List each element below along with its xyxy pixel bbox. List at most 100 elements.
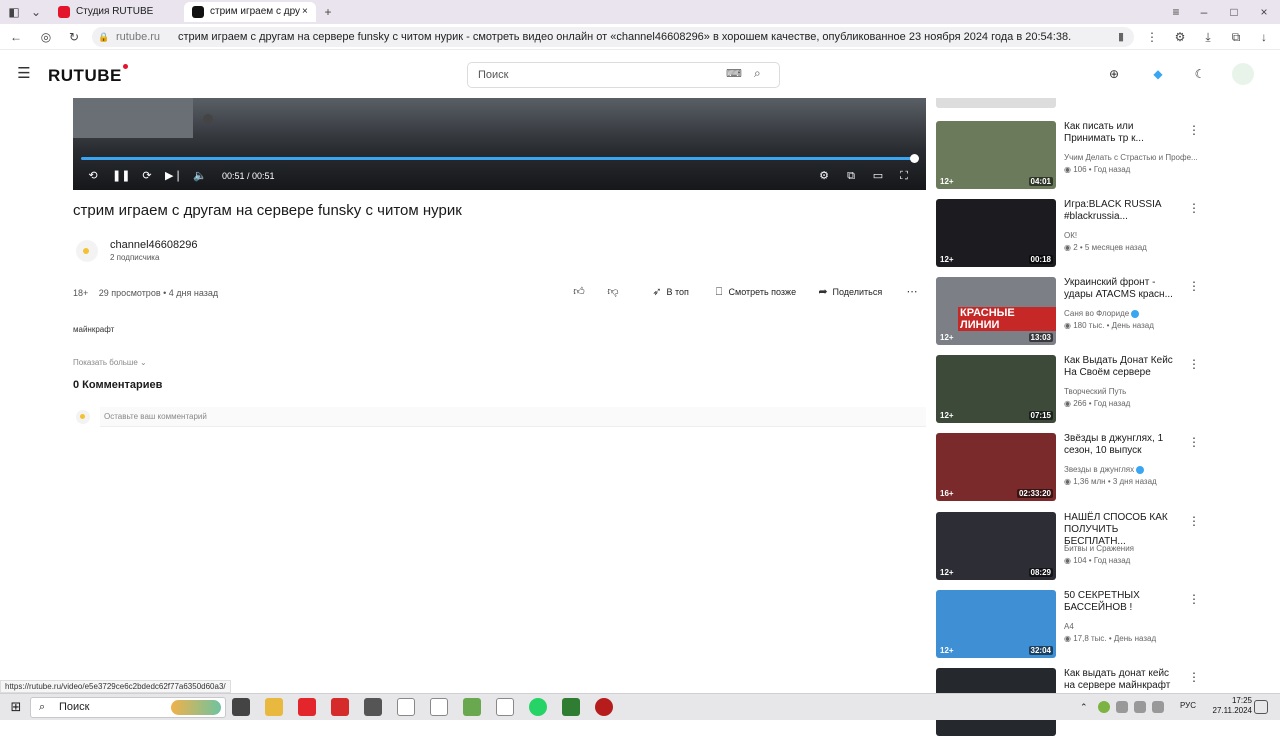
theater-mode-icon[interactable]: ▭ [870, 168, 886, 184]
yandex-icon[interactable] [331, 698, 349, 716]
bookmark-icon[interactable]: ▮ [1118, 27, 1124, 47]
more-vertical-icon[interactable]: ⋮ [1188, 201, 1200, 215]
recommendation-thumbnail[interactable]: 12+ 04:01 [936, 121, 1056, 189]
app-icon[interactable] [364, 698, 382, 716]
channel-avatar[interactable] [76, 240, 98, 262]
menu-icon[interactable]: ☰ [16, 66, 32, 82]
more-vertical-icon[interactable]: ⋮ [1188, 123, 1200, 137]
recommendation-channel[interactable]: Битвы и Сражения [1064, 544, 1204, 553]
more-vertical-icon[interactable]: ⋮ [1188, 592, 1200, 606]
recommendation-channel[interactable]: Саня во Флориде [1064, 309, 1204, 318]
windows-start-icon[interactable]: ⊞ [7, 698, 25, 716]
notifications-icon[interactable]: ◆ [1150, 66, 1166, 82]
whatsapp-icon[interactable] [529, 698, 547, 716]
theme-toggle-icon[interactable]: ☾ [1192, 66, 1208, 82]
share-button[interactable]: ➦ Поделиться [816, 285, 882, 299]
recommendation-thumbnail[interactable]: 12+ 32:04 [936, 590, 1056, 658]
language-indicator[interactable]: РУС [1180, 701, 1196, 710]
recommendation-card[interactable]: 12+ 00:18 Игра:BLACK RUSSIA #blackrussia..… [936, 199, 1206, 267]
recommendation-thumbnail-partial[interactable] [936, 98, 1056, 108]
address-bar[interactable]: 🔒 rutube.ru стрим играем с другам на сер… [92, 27, 1134, 47]
protect-icon[interactable]: ◎ [38, 29, 54, 45]
more-vertical-icon[interactable]: ⋮ [1188, 357, 1200, 371]
settings-icon[interactable]: ⚙ [816, 168, 832, 184]
more-vertical-icon[interactable]: ⋮ [1188, 514, 1200, 528]
recommendation-title[interactable]: Игра:BLACK RUSSIA #blackrussia... [1064, 199, 1182, 223]
more-vertical-icon[interactable]: ⋮ [1188, 435, 1200, 449]
recommendation-title[interactable]: Звёзды в джунглях, 1 сезон, 10 выпуск [1064, 433, 1182, 457]
rewind-10-icon[interactable]: ⟲ [85, 168, 101, 184]
upload-icon[interactable]: ⊕ [1106, 66, 1122, 82]
search-icon[interactable]: ⌕ [754, 66, 761, 81]
file-icon[interactable] [397, 698, 415, 716]
recommendation-title[interactable]: Как Выдать Донат Кейс На Своём сервере [1064, 355, 1182, 379]
file-icon[interactable] [496, 698, 514, 716]
recommendation-channel[interactable]: Творческий Путь [1064, 387, 1204, 396]
show-more-button[interactable]: Показать больше ⌄ [73, 358, 147, 367]
recommendation-thumbnail[interactable]: 12+ 08:29 [936, 512, 1056, 580]
chevron-up-icon[interactable]: ⌃ [1080, 698, 1092, 716]
progress-knob[interactable] [910, 154, 919, 163]
maximize-icon[interactable]: □ [1226, 4, 1242, 20]
recommendation-card[interactable]: 12+ 04:01 Как писать или Принимать тр к...… [936, 121, 1206, 189]
comment-input[interactable]: Оставьте ваш комментарий [100, 407, 926, 427]
recommendation-thumbnail[interactable]: 16+ 02:33:20 [936, 433, 1056, 501]
recommendation-title[interactable]: 50 СЕКРЕТНЫХ БАССЕЙНОВ ! [1064, 590, 1182, 614]
minimize-icon[interactable]: – [1196, 4, 1212, 20]
tab-video[interactable]: стрим играем с дру × [184, 2, 316, 22]
wifi-icon[interactable] [1152, 701, 1164, 713]
battery-icon[interactable] [1134, 701, 1146, 713]
tray-icon[interactable] [1098, 701, 1110, 713]
more-vertical-icon[interactable]: ⋮ [1188, 279, 1200, 293]
recommendation-card[interactable]: 16+ 02:33:20 Звёзды в джунглях, 1 сезон, 1… [936, 433, 1206, 501]
tray-icon[interactable] [1116, 701, 1128, 713]
watch-later-button[interactable]: ⎕ Смотреть позже [712, 285, 796, 299]
close-window-icon[interactable]: × [1256, 4, 1272, 20]
dislike-button[interactable]: 👎︎ [606, 285, 620, 299]
download-icon[interactable]: ⤓ [1200, 29, 1216, 45]
video-player[interactable]: ⟲ ❚❚ ⟳ ▶❘ 🔈 00:51 / 00:51 ⚙ ⧉ ▭ ⛶ [73, 98, 926, 190]
file-icon[interactable] [430, 698, 448, 716]
file-explorer-icon[interactable] [265, 698, 283, 716]
recommendation-thumbnail[interactable]: 12+ 00:18 [936, 199, 1056, 267]
sidebar-toggle-icon[interactable]: ◧ [6, 4, 22, 20]
pause-icon[interactable]: ❚❚ [112, 168, 130, 184]
fullscreen-icon[interactable]: ⛶ [896, 168, 912, 184]
taskbar-clock[interactable]: 17:25 27.11.2024 [1213, 696, 1252, 716]
progress-bar[interactable] [81, 154, 919, 163]
recommendation-channel[interactable]: Учим Делать с Страстью и Профе... [1064, 153, 1204, 162]
pip-icon[interactable]: ⧉ [843, 168, 859, 184]
recommendation-title[interactable]: Украинский фронт - удары ATACMS красн... [1064, 277, 1182, 301]
downloads-icon[interactable]: ↓ [1256, 29, 1272, 45]
recommendation-thumbnail[interactable]: КРАСНЫЕ ЛИНИИ 12+ 13:03 [936, 277, 1056, 345]
volume-icon[interactable]: 🔈 [192, 168, 208, 184]
next-icon[interactable]: ▶❘ [165, 168, 183, 184]
notification-center-icon[interactable] [1254, 700, 1268, 714]
recommendation-title[interactable]: Как писать или Принимать тр к... [1064, 121, 1182, 145]
like-button[interactable]: 👍︎ [572, 285, 586, 299]
recommendation-thumbnail[interactable]: 12+ 07:15 [936, 355, 1056, 423]
user-avatar[interactable] [1232, 63, 1254, 85]
tab-menu-icon[interactable]: ≡ [1168, 4, 1184, 20]
app-icon[interactable] [562, 698, 580, 716]
forward-10-icon[interactable]: ⟳ [139, 168, 155, 184]
task-view-icon[interactable] [232, 698, 250, 716]
recommendation-card[interactable]: 12+ 32:04 50 СЕКРЕТНЫХ БАССЕЙНОВ ! А4 ◉ 17,8… [936, 590, 1206, 658]
new-tab-icon[interactable]: + [320, 4, 336, 20]
close-icon[interactable]: × [302, 2, 308, 22]
extensions-icon[interactable]: ⚙ [1172, 29, 1188, 45]
recorder-icon[interactable] [595, 698, 613, 716]
recommendation-title[interactable]: НАШЁЛ СПОСОБ КАК ПОЛУЧИТЬ БЕСПЛАТН... [1064, 512, 1182, 548]
keyboard-icon[interactable]: ⌨ [726, 67, 742, 80]
rutube-logo[interactable]: RUTUBE [48, 64, 128, 86]
chevron-down-icon[interactable]: ⌄ [28, 4, 44, 20]
more-icon[interactable]: ⋮ [1144, 29, 1160, 45]
collections-icon[interactable]: ⧉ [1228, 29, 1244, 45]
tab-studio[interactable]: Студия RUTUBE [50, 2, 180, 22]
recommendation-card[interactable]: 12+ 08:29 НАШЁЛ СПОСОБ КАК ПОЛУЧИТЬ БЕСПЛА… [936, 512, 1206, 580]
recommendation-channel[interactable]: ОК! [1064, 231, 1204, 240]
channel-name[interactable]: channel46608296 [110, 239, 197, 251]
yandex-browser-icon[interactable] [298, 698, 316, 716]
top-button[interactable]: ➶ В топ [650, 285, 689, 299]
recommendation-channel[interactable]: А4 [1064, 622, 1204, 631]
